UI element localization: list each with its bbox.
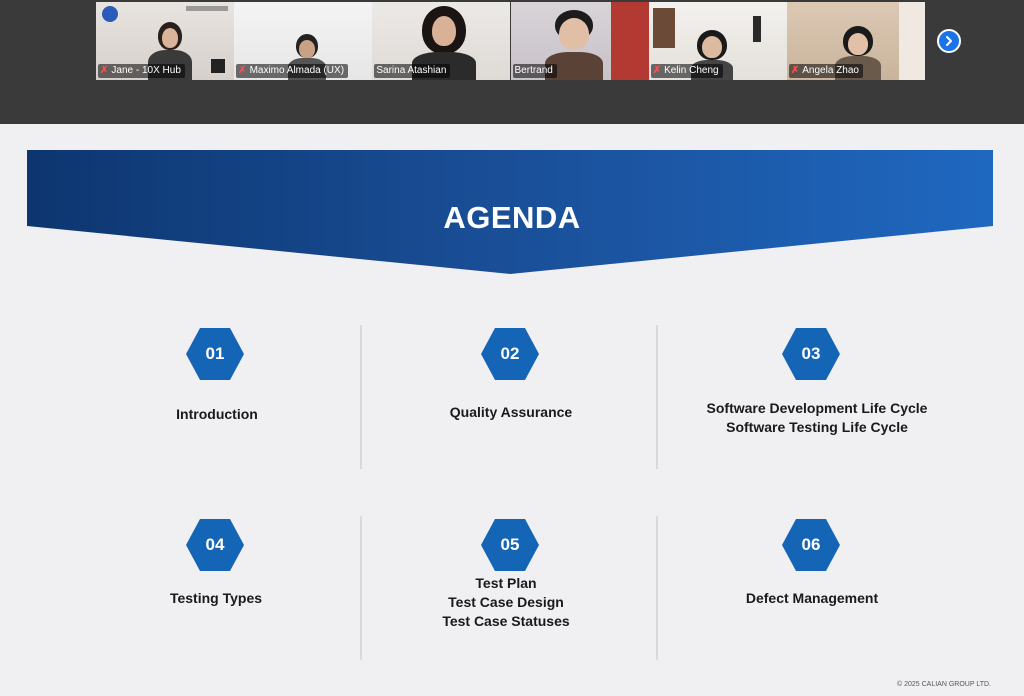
- agenda-item-label: Testing Types: [56, 589, 376, 608]
- chevron-right-icon: [946, 36, 952, 46]
- copyright-notice: © 2025 CALIAN GROUP LTD.: [897, 681, 991, 688]
- participant-name-tag: ✗ Kelin Cheng: [650, 64, 723, 78]
- video-strip: ✗ Jane - 10X Hub ✗ Maximo Almada (UX) Sa…: [0, 0, 1024, 124]
- column-divider: [360, 325, 362, 469]
- agenda-item-label: Introduction: [57, 405, 377, 424]
- participant-tile[interactable]: ✗ Maximo Almada (UX): [234, 2, 373, 80]
- agenda-number: 05: [500, 535, 520, 554]
- participant-name-tag: Sarina Atashian: [374, 64, 451, 78]
- agenda-line: Test Case Statuses: [442, 613, 570, 629]
- participant-tile[interactable]: ✗ Angela Zhao: [786, 2, 925, 80]
- participant-tile[interactable]: ✗ Jane - 10X Hub: [96, 2, 234, 80]
- mic-off-icon: ✗: [100, 65, 109, 76]
- participant-tile[interactable]: Bertrand: [510, 2, 649, 80]
- slide-title: AGENDA: [443, 200, 581, 235]
- participant-name: Kelin Cheng: [664, 65, 719, 76]
- agenda-line: Quality Assurance: [449, 404, 573, 420]
- agenda-number: 01: [205, 344, 225, 363]
- agenda-item-label: Software Development Life Cycle Software…: [657, 399, 977, 437]
- participant-tiles: ✗ Jane - 10X Hub ✗ Maximo Almada (UX) Sa…: [96, 2, 925, 80]
- agenda-number: 03: [801, 344, 821, 363]
- participant-name-tag: Bertrand: [512, 64, 557, 78]
- agenda-item-label: Quality Assurance: [351, 403, 671, 422]
- participant-name: Jane - 10X Hub: [111, 65, 181, 76]
- participant-name: Sarina Atashian: [376, 65, 447, 76]
- agenda-number: 02: [500, 344, 520, 363]
- agenda-line: Software Testing Life Cycle: [726, 419, 908, 435]
- participant-name: Bertrand: [514, 65, 553, 76]
- agenda-line: Test Plan: [475, 575, 537, 591]
- mic-off-icon: ✗: [238, 65, 247, 76]
- agenda-line: Test Case Design: [448, 594, 564, 610]
- mic-off-icon: ✗: [790, 65, 800, 76]
- agenda-line: Defect Management: [745, 590, 879, 606]
- participant-tile[interactable]: ✗ Kelin Cheng: [648, 2, 787, 80]
- participant-name-tag: ✗ Jane - 10X Hub: [98, 64, 185, 78]
- mic-off-icon: ✗: [652, 65, 662, 76]
- agenda-line: Testing Types: [169, 590, 263, 606]
- agenda-item-label: Test Plan Test Case Design Test Case Sta…: [346, 574, 666, 631]
- agenda-number: 04: [205, 535, 225, 554]
- participant-tile-active[interactable]: Sarina Atashian: [372, 2, 511, 80]
- agenda-line: Introduction: [176, 406, 258, 422]
- participant-name-tag: ✗ Maximo Almada (UX): [236, 64, 349, 78]
- agenda-number: 06: [801, 535, 821, 554]
- next-participants-button[interactable]: [937, 29, 961, 53]
- agenda-item-label: Defect Management: [652, 589, 972, 608]
- column-divider: [656, 325, 658, 469]
- participant-name: Angela Zhao: [802, 65, 859, 76]
- participant-name: Maximo Almada (UX): [249, 65, 345, 76]
- agenda-line: Software Development Life Cycle: [706, 400, 928, 416]
- participant-name-tag: ✗ Angela Zhao: [788, 64, 863, 78]
